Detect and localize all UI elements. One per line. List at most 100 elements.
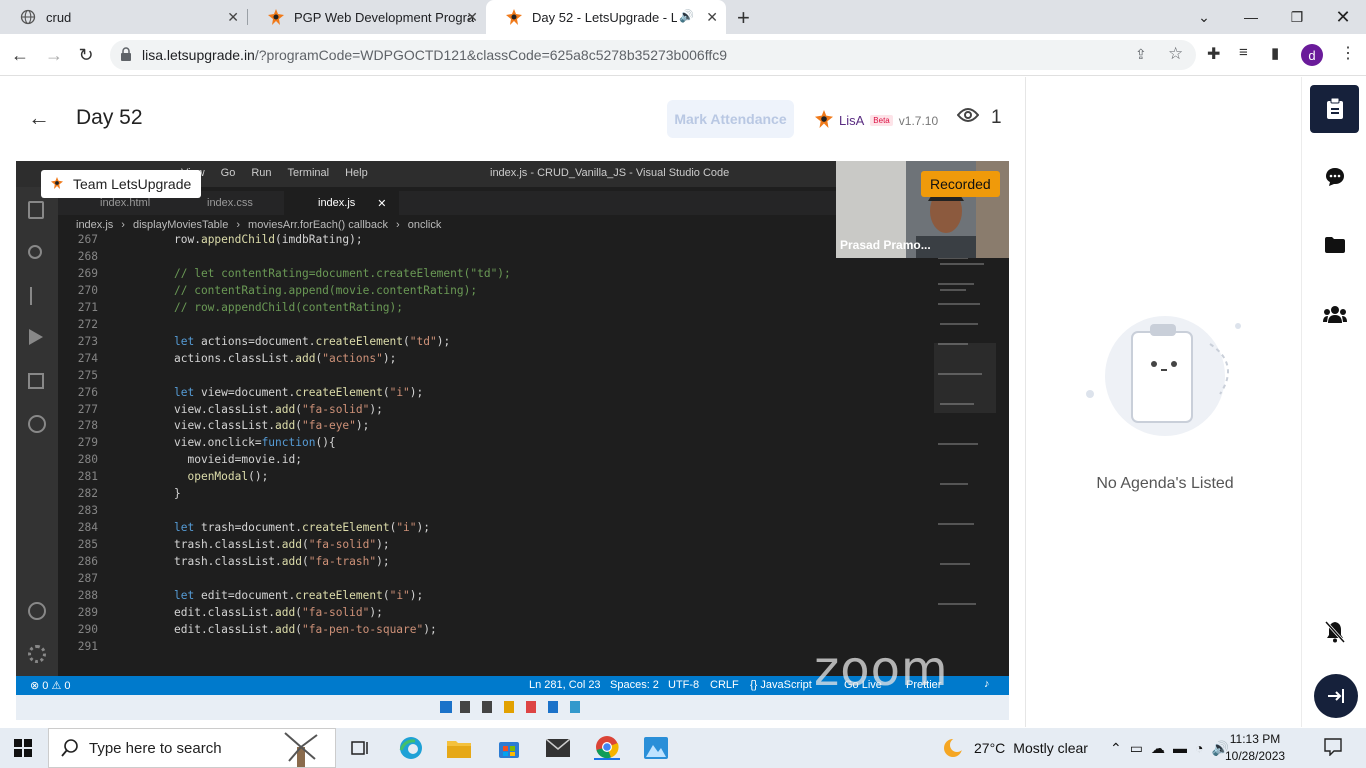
mail-icon[interactable] <box>545 736 571 760</box>
media-control-icon[interactable]: ≡ <box>1239 44 1248 61</box>
windows-start-button[interactable] <box>14 739 32 762</box>
line-number: 269 <box>77 266 98 280</box>
weather-temp: 27°C <box>974 740 1006 756</box>
viewer-count-value: 1 <box>991 107 1002 128</box>
presenter-team-label: Team LetsUpgrade <box>41 170 202 198</box>
agenda-tab-button[interactable] <box>1310 85 1359 133</box>
code-line: // contentRating.append(movie.contentRat… <box>174 283 478 297</box>
zoom-watermark: zoom <box>814 641 949 697</box>
forward-icon[interactable]: → <box>42 43 66 67</box>
code-line: // let contentRating=document.createElem… <box>174 266 511 280</box>
browser-toolbar: ← → ↻ lisa.letsupgrade.in/?programCode=W… <box>0 34 1366 76</box>
new-tab-button[interactable]: + <box>737 5 750 31</box>
editor-tab-label: index.css <box>207 197 253 209</box>
close-tab-icon[interactable]: ✕ <box>706 9 718 26</box>
clock-date: 10/28/2023 <box>1225 749 1286 763</box>
code-line: view.classList.add("fa-eye"); <box>174 419 370 433</box>
tab-search-icon[interactable]: ⌄ <box>1181 0 1227 34</box>
breadcrumb-item: onclick <box>407 219 442 231</box>
store-icon[interactable] <box>496 736 522 760</box>
taskbar-search-box[interactable]: Type here to search <box>48 728 336 768</box>
inner-start-icon <box>440 701 452 713</box>
back-arrow-icon[interactable]: ← <box>28 105 50 131</box>
tab-pgp[interactable]: PGP Web Development Program ✕ <box>248 0 486 34</box>
file-explorer-icon[interactable] <box>446 736 472 760</box>
browser-menu-icon[interactable]: ⋮ <box>1340 43 1356 63</box>
inner-windows-taskbar <box>16 695 1009 720</box>
panel-divider <box>1025 77 1026 727</box>
minimize-button[interactable]: — <box>1228 0 1274 34</box>
code-line: view.classList.add("fa-solid"); <box>174 402 383 416</box>
people-tab-button[interactable] <box>1310 290 1359 338</box>
reload-icon[interactable]: ↻ <box>74 43 98 67</box>
chevron-up-icon[interactable]: ⌃ <box>1110 740 1122 757</box>
address-bar[interactable]: lisa.letsupgrade.in/?programCode=WDPGOCT… <box>110 40 1196 70</box>
notifications-off-button[interactable] <box>1310 608 1359 656</box>
vscode-breadcrumb: index.js › displayMoviesTable › moviesArr.… <box>76 219 442 231</box>
extensions-icon[interactable]: ✚ <box>1207 44 1220 64</box>
bookmark-star-icon[interactable]: ☆ <box>1168 44 1183 64</box>
taskbar-clock[interactable]: 11:13 PM 10/28/2023 <box>1225 731 1285 765</box>
inner-taskbar-icons <box>460 701 590 713</box>
chrome-icon[interactable] <box>594 736 620 760</box>
code-line: let edit=document.createElement("i"); <box>174 588 424 602</box>
menu-help: Help <box>345 167 368 179</box>
edge-icon[interactable] <box>398 736 424 760</box>
close-tab-icon[interactable]: ✕ <box>227 9 239 26</box>
extensions-icon <box>28 373 44 389</box>
right-sidebar <box>1301 77 1366 727</box>
photos-icon[interactable] <box>643 736 669 760</box>
back-icon[interactable]: ← <box>8 43 32 67</box>
line-number: 282 <box>77 487 98 501</box>
lock-icon <box>120 47 132 66</box>
chat-tab-button[interactable] <box>1310 153 1359 201</box>
tab-day52[interactable]: Day 52 - LetsUpgrade - Lisa 🔊 ✕ <box>486 0 726 34</box>
windows-logo-icon <box>14 739 32 757</box>
url-path: /?programCode=WDPGOCTD121&classCode=625a… <box>254 47 728 63</box>
mark-attendance-button[interactable]: Mark Attendance <box>667 100 794 138</box>
lisa-brand: LisA Beta v1.7.10 <box>815 110 938 131</box>
wifi-icon[interactable]: ◔ <box>1195 740 1203 756</box>
browser-tab-strip: crud ✕ PGP Web Development Program ✕ Day… <box>0 0 1366 34</box>
audio-playing-icon[interactable]: 🔊 <box>679 9 694 23</box>
line-number: 285 <box>77 538 98 552</box>
line-number: 268 <box>77 249 98 263</box>
url-text: lisa.letsupgrade.in/?programCode=WDPGOCT… <box>142 47 727 63</box>
search-placeholder: Type here to search <box>89 739 222 757</box>
moon-cloud-icon <box>944 738 964 757</box>
code-line: let trash=document.createElement("i"); <box>174 521 431 535</box>
share-icon[interactable]: ⇪ <box>1135 46 1147 63</box>
task-view-icon[interactable] <box>348 736 374 760</box>
line-number: 270 <box>77 283 98 297</box>
line-number: 272 <box>77 317 98 331</box>
close-tab-icon[interactable]: ✕ <box>466 9 478 26</box>
device-icon[interactable]: ▭ <box>1130 740 1143 757</box>
tab-label: crud <box>46 9 72 25</box>
close-icon: ✕ <box>377 197 387 210</box>
class-video-player[interactable]: View Go Run Terminal Help index.js - CRU… <box>16 161 1009 720</box>
tab-crud[interactable]: crud ✕ <box>0 0 247 34</box>
battery-icon[interactable]: ▬ <box>1173 740 1187 756</box>
windmill-icon <box>284 732 318 767</box>
viewer-count: 1 <box>956 107 1002 129</box>
team-label-text: Team LetsUpgrade <box>73 176 192 192</box>
line-number: 267 <box>77 233 98 246</box>
recorded-badge: Recorded <box>921 171 1000 197</box>
files-tab-button[interactable] <box>1310 221 1359 269</box>
onedrive-cloud-icon[interactable]: ☁ <box>1151 740 1165 757</box>
line-number: 288 <box>77 588 98 602</box>
maximize-button[interactable]: ❐ <box>1274 0 1320 34</box>
notification-bell-icon: ♪ <box>984 678 990 690</box>
weather-text: Mostly clear <box>1013 740 1088 756</box>
system-tray: ⌃ ▭ ☁ ▬ ◔ 🔊 <box>1110 728 1229 768</box>
profile-avatar[interactable]: d <box>1301 44 1323 66</box>
leave-class-button[interactable] <box>1314 674 1358 718</box>
code-line: let actions=document.createElement("td")… <box>174 334 451 348</box>
brand-name: LisA <box>839 113 865 128</box>
letsupgrade-logo-icon <box>51 176 63 192</box>
side-panel-icon[interactable]: ▮ <box>1271 44 1279 62</box>
close-window-button[interactable]: ✕ <box>1320 0 1366 34</box>
explorer-icon <box>28 201 44 219</box>
notification-center-icon[interactable] <box>1324 738 1342 761</box>
weather-widget[interactable]: 27°C Mostly clear <box>942 728 1088 768</box>
